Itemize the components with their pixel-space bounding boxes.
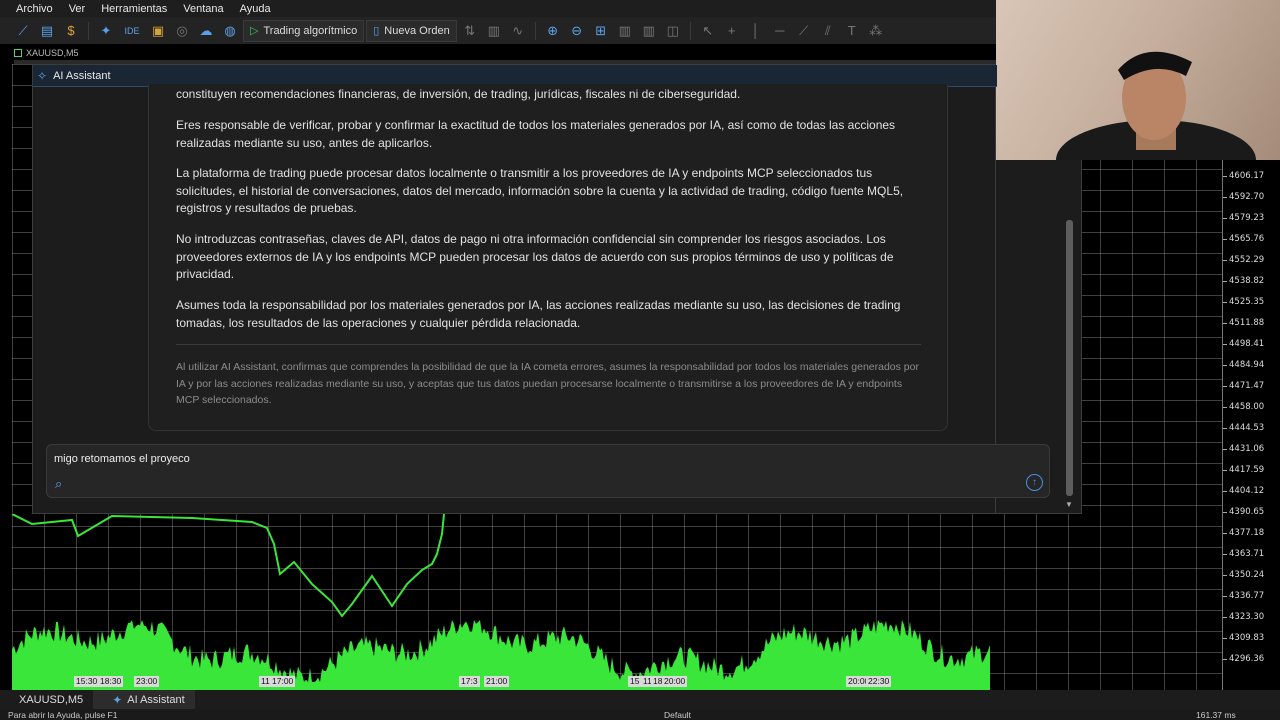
status-help: Para abrir la Ayuda, pulse F1 bbox=[8, 710, 118, 720]
menu-ayuda[interactable]: Ayuda bbox=[232, 3, 279, 15]
price-axis: 4606.17 4592.70 4579.23 4565.76 4552.29 4538.… bbox=[1222, 160, 1280, 690]
price-label: 4350.24 bbox=[1222, 570, 1265, 580]
webcam-overlay bbox=[996, 0, 1280, 160]
shift-icon[interactable]: ▥ bbox=[638, 20, 660, 42]
price-label: 4323.30 bbox=[1222, 612, 1265, 622]
price-label: 4538.82 bbox=[1222, 276, 1265, 286]
time-label: 20:00 bbox=[662, 676, 688, 687]
menu-ventana[interactable]: Ventana bbox=[175, 3, 231, 15]
time-label: 15:30 bbox=[74, 676, 100, 687]
crosshair-icon[interactable]: + bbox=[721, 20, 743, 42]
chart-type-icon[interactable]: ⟋ bbox=[12, 20, 34, 42]
disclaimer-divider bbox=[176, 344, 921, 345]
price-label: 4417.59 bbox=[1222, 465, 1265, 475]
menu-archivo[interactable]: Archivo bbox=[8, 3, 61, 15]
autoscroll-icon[interactable]: ▥ bbox=[614, 20, 636, 42]
screenshot-icon[interactable]: ◫ bbox=[662, 20, 684, 42]
briefcase-icon[interactable]: ▣ bbox=[147, 20, 169, 42]
price-label: 4552.29 bbox=[1222, 255, 1265, 265]
tab-xauusd[interactable]: XAUUSD,M5 bbox=[0, 690, 93, 709]
ai-sparkle-icon: ✦ bbox=[112, 692, 123, 707]
cloud-icon[interactable]: ☁ bbox=[195, 20, 217, 42]
globe-icon[interactable]: ◍ bbox=[219, 20, 241, 42]
time-label: 17:3 bbox=[459, 676, 480, 687]
tab-ai-assistant[interactable]: ✦ AI Assistant bbox=[93, 690, 195, 709]
send-button[interactable]: ↑ bbox=[1026, 474, 1043, 491]
ai-assistant-title: AI Assistant bbox=[53, 69, 111, 82]
new-order-button[interactable]: ▯ Nueva Orden bbox=[366, 19, 457, 42]
order-icon: ▯ bbox=[373, 25, 380, 37]
time-label: 18:30 bbox=[98, 676, 124, 687]
price-label: 4565.76 bbox=[1222, 234, 1265, 244]
price-label: 4431.06 bbox=[1222, 444, 1265, 454]
ai-sparkle-icon[interactable]: ✦ bbox=[95, 20, 117, 42]
price-label: 4390.65 bbox=[1222, 507, 1265, 517]
arrow-up-icon: ↑ bbox=[1032, 477, 1037, 488]
signal-icon[interactable]: ◎ bbox=[171, 20, 193, 42]
depth-icon[interactable]: ⇅ bbox=[459, 20, 481, 42]
chart-window-icon bbox=[14, 49, 22, 57]
disclaimer-paragraph: constituyen recomendaciones financieras,… bbox=[176, 87, 741, 101]
time-label: 22:30 bbox=[866, 676, 892, 687]
shapes-icon[interactable]: ⁂ bbox=[865, 20, 887, 42]
trendline-icon[interactable]: ⟋ bbox=[793, 20, 815, 42]
attach-icon[interactable]: ⌕ bbox=[55, 476, 62, 492]
price-label: 4606.17 bbox=[1222, 171, 1265, 181]
price-label: 4579.23 bbox=[1222, 213, 1265, 223]
price-label: 4309.83 bbox=[1222, 633, 1265, 643]
disclaimer-paragraph: Asumes toda la responsabilidad por los m… bbox=[176, 298, 901, 330]
chart-window-title: XAUUSD,M5 bbox=[14, 46, 79, 60]
cursor-icon[interactable]: ↖ bbox=[697, 20, 719, 42]
prompt-input[interactable] bbox=[46, 444, 1050, 498]
play-icon: ▷ bbox=[250, 25, 259, 37]
price-label: 4404.12 bbox=[1222, 486, 1265, 496]
status-ping: 161.37 ms bbox=[1196, 710, 1236, 720]
chart-template-icon[interactable]: ▤ bbox=[36, 20, 58, 42]
menu-bar: Archivo Ver Herramientas Ventana Ayuda bbox=[0, 0, 996, 17]
price-label: 4471.47 bbox=[1222, 381, 1265, 391]
grid-icon[interactable]: ⊞ bbox=[590, 20, 612, 42]
menu-herramientas[interactable]: Herramientas bbox=[93, 3, 175, 15]
menu-ver[interactable]: Ver bbox=[61, 3, 94, 15]
text-icon[interactable]: T bbox=[841, 20, 863, 42]
price-label: 4498.41 bbox=[1222, 339, 1265, 349]
price-label: 4458.00 bbox=[1222, 402, 1265, 412]
algo-trading-button[interactable]: ▷ Trading algorítmico bbox=[243, 19, 365, 42]
channel-icon[interactable]: ⫽ bbox=[817, 20, 839, 42]
price-label: 4296.36 bbox=[1222, 654, 1265, 664]
bars-icon[interactable]: ▥ bbox=[483, 20, 505, 42]
price-line bbox=[12, 514, 445, 618]
price-label: 4525.35 bbox=[1222, 297, 1265, 307]
price-label: 4377.18 bbox=[1222, 528, 1265, 538]
disclaimer-paragraph: No introduzcas contraseñas, claves de AP… bbox=[176, 232, 894, 281]
price-label: 4592.70 bbox=[1222, 192, 1265, 202]
toolbar: ⟋ ▤ $ ✦ IDE ▣ ◎ ☁ ◍ ▷ Trading algorítmic… bbox=[0, 17, 996, 44]
scroll-down-icon[interactable]: ▼ bbox=[1065, 500, 1073, 509]
price-label: 4336.77 bbox=[1222, 591, 1265, 601]
price-label: 4363.71 bbox=[1222, 549, 1265, 559]
time-label: 23:00 bbox=[134, 676, 160, 687]
chart-tabs-bar: XAUUSD,M5 ✦ AI Assistant bbox=[0, 690, 1280, 709]
disclaimer-paragraph: La plataforma de trading puede procesar … bbox=[176, 166, 904, 215]
line-chart-icon[interactable]: ∿ bbox=[507, 20, 529, 42]
price-label: 4444.53 bbox=[1222, 423, 1265, 433]
zoom-out-icon[interactable]: ⊖ bbox=[566, 20, 588, 42]
ai-sparkle-icon: ✧ bbox=[37, 68, 48, 83]
disclaimer-note: Al utilizar AI Assistant, confirmas que … bbox=[176, 361, 919, 406]
time-label: 21:00 bbox=[484, 676, 510, 687]
prompt-input-value[interactable]: migo retomamos el proyeco bbox=[54, 453, 190, 465]
vertical-line-icon[interactable]: │ bbox=[745, 20, 767, 42]
time-label: 15 bbox=[628, 676, 642, 687]
zoom-in-icon[interactable]: ⊕ bbox=[542, 20, 564, 42]
price-label: 4511.88 bbox=[1222, 318, 1265, 328]
horizontal-line-icon[interactable]: ─ bbox=[769, 20, 791, 42]
time-label: 17:00 bbox=[270, 676, 296, 687]
status-bar: Para abrir la Ayuda, pulse F1 Default 16… bbox=[0, 709, 1280, 720]
price-label: 4484.94 bbox=[1222, 360, 1265, 370]
status-profile: Default bbox=[664, 710, 691, 720]
scrollbar-thumb[interactable] bbox=[1066, 220, 1073, 496]
ide-button[interactable]: IDE bbox=[119, 20, 145, 42]
disclaimer-paragraph: Eres responsable de verificar, probar y … bbox=[176, 118, 896, 150]
market-watch-icon[interactable]: $ bbox=[60, 20, 82, 42]
